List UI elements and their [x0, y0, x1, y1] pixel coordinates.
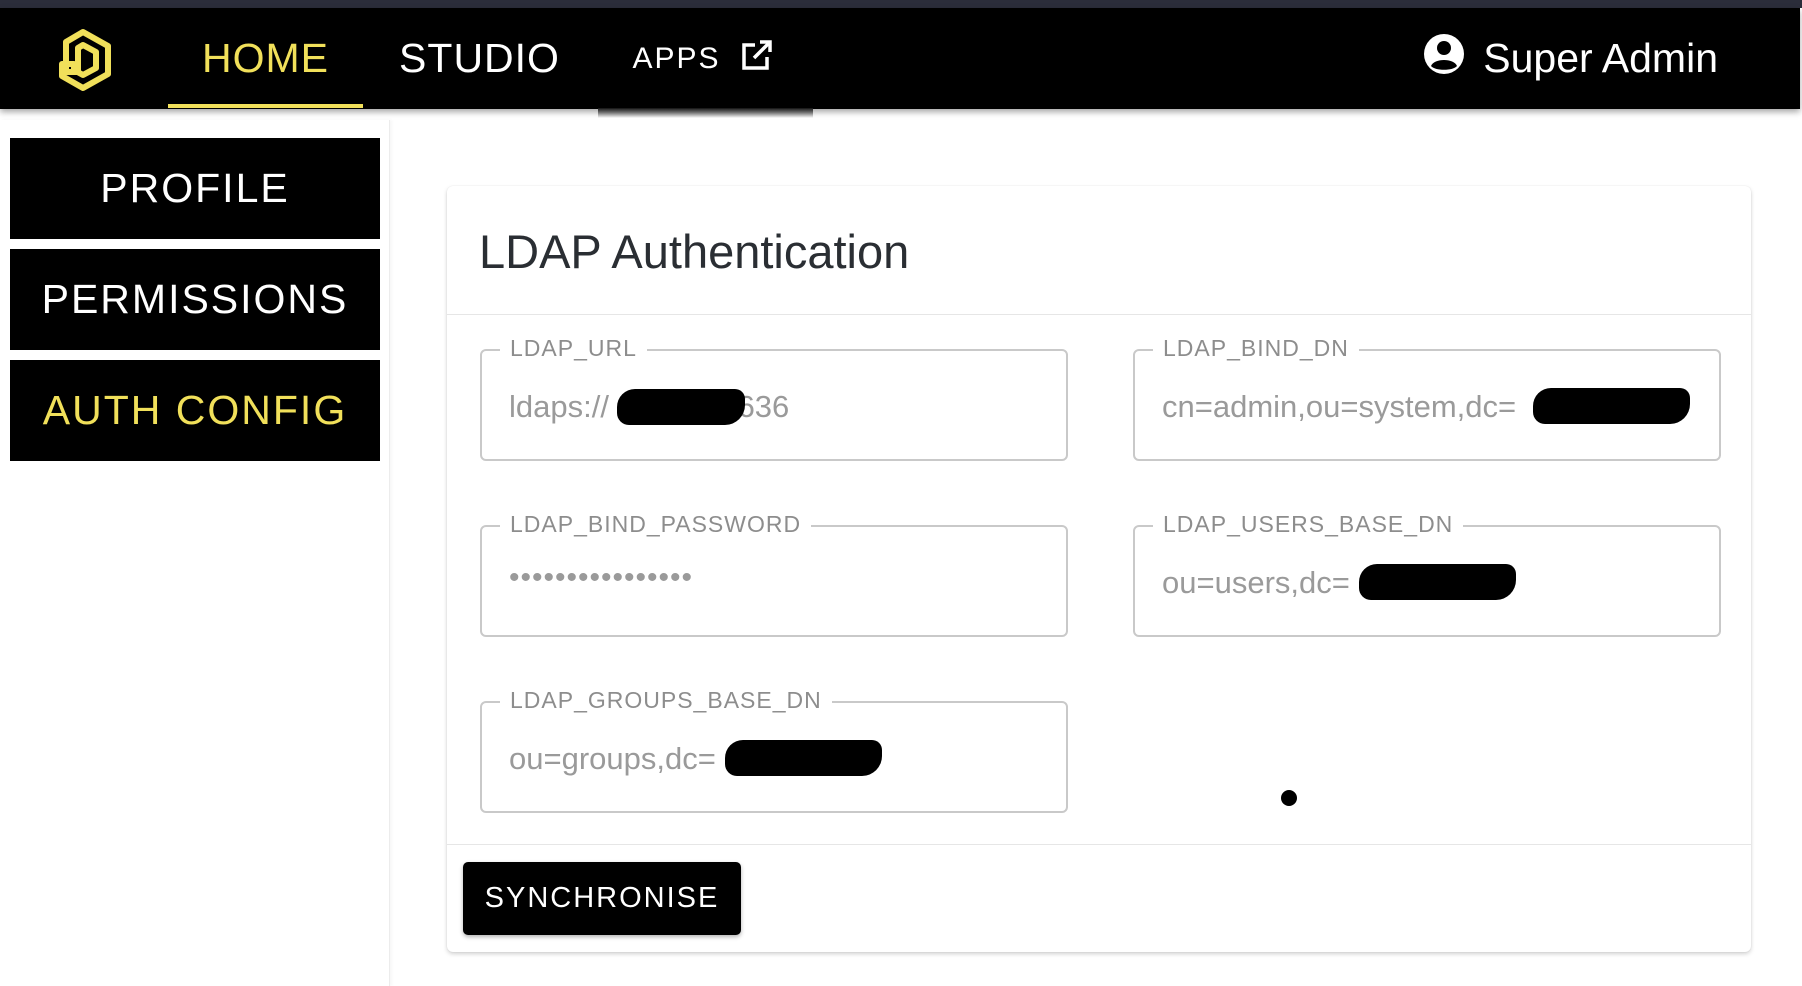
- redaction-mark: [725, 740, 882, 776]
- window-top-strip: [0, 0, 1802, 8]
- header-divider: [447, 314, 1751, 315]
- ldap-users-base-dn-label: LDAP_USERS_BASE_DN: [1153, 511, 1464, 538]
- sidebar-item-permissions[interactable]: PERMISSIONS: [10, 249, 380, 350]
- ldap-url-label: LDAP_URL: [500, 335, 647, 362]
- ldap-url-prefix: ldaps://: [509, 389, 609, 424]
- ldap-bind-password-label: LDAP_BIND_PASSWORD: [500, 511, 812, 538]
- footer-divider: [447, 844, 1751, 845]
- user-name: Super Admin: [1483, 35, 1718, 81]
- top-navbar: HOME STUDIO APPS Super Admin: [0, 8, 1800, 118]
- external-link-icon: [739, 37, 775, 81]
- sidebar-item-auth-config[interactable]: AUTH CONFIG: [10, 360, 380, 461]
- ldap-url-field[interactable]: LDAP_URL ldaps://:636: [480, 335, 1068, 461]
- ldap-bind-password-value: ••••••••••••••••: [509, 561, 694, 594]
- ldap-groups-base-dn-label: LDAP_GROUPS_BASE_DN: [500, 687, 832, 714]
- app-logo-icon[interactable]: [52, 28, 114, 98]
- nav-tab-studio[interactable]: STUDIO: [382, 8, 577, 109]
- card-title: LDAP Authentication: [479, 225, 910, 278]
- ldap-auth-card: LDAP Authentication LDAP_URL ldaps://:63…: [447, 186, 1751, 952]
- nav-tab-apps[interactable]: APPS: [596, 8, 811, 109]
- nav-active-underline: [168, 104, 363, 108]
- ldap-url-value: ldaps://:636: [509, 389, 1046, 425]
- ldap-bind-dn-label: LDAP_BIND_DN: [1153, 335, 1359, 362]
- ldap-users-base-dn-field[interactable]: LDAP_USERS_BASE_DN ou=users,dc=: [1133, 511, 1721, 637]
- cursor-dot: [1281, 790, 1297, 806]
- ldap-bind-password-field[interactable]: LDAP_BIND_PASSWORD ••••••••••••••••: [480, 511, 1068, 637]
- ldap-groups-base-dn-field[interactable]: LDAP_GROUPS_BASE_DN ou=groups,dc=: [480, 687, 1068, 813]
- user-menu[interactable]: Super Admin: [1423, 8, 1718, 109]
- apps-tab-shadow: [598, 108, 813, 118]
- ldap-bind-dn-field[interactable]: LDAP_BIND_DN cn=admin,ou=system,dc=: [1133, 335, 1721, 461]
- redaction-mark: [617, 389, 745, 425]
- account-circle-icon: [1423, 33, 1465, 85]
- redaction-mark: [1533, 388, 1690, 424]
- nav-tab-home[interactable]: HOME: [168, 8, 363, 109]
- sidebar-item-profile[interactable]: PROFILE: [10, 138, 380, 239]
- apps-label: APPS: [632, 41, 721, 75]
- synchronise-button[interactable]: SYNCHRONISE: [463, 862, 741, 935]
- sidebar: PROFILE PERMISSIONS AUTH CONFIG: [0, 120, 390, 986]
- redaction-mark: [1359, 564, 1516, 600]
